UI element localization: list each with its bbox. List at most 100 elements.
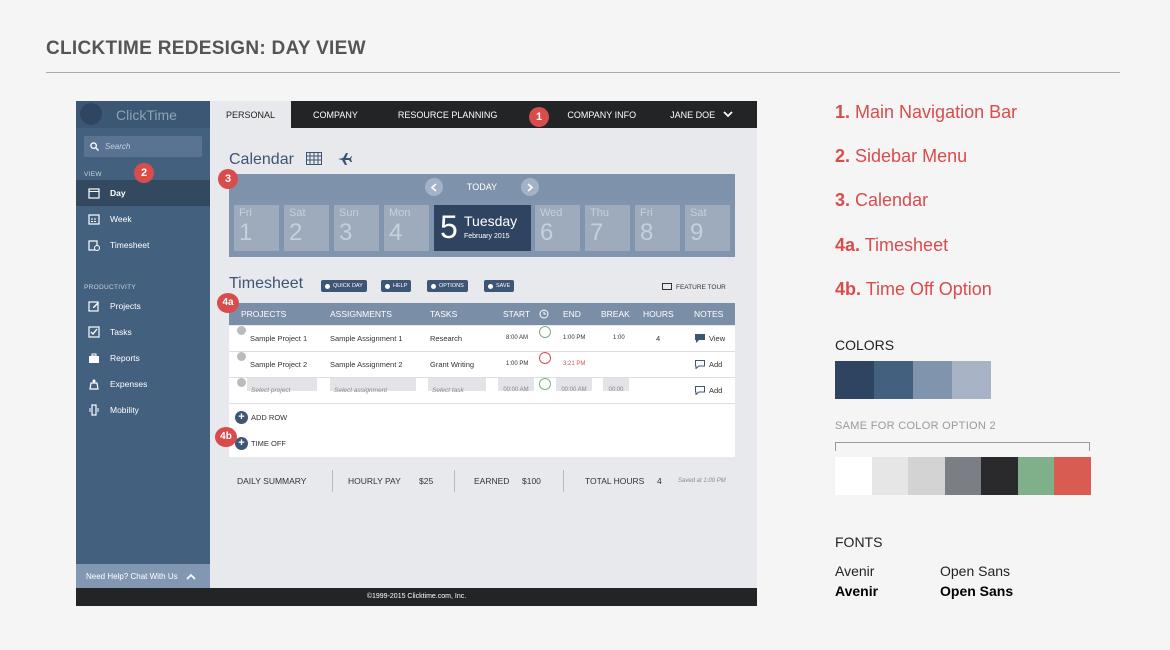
legend-item: 2. Sidebar Menu [835,146,967,167]
cell-assignment: Sample Assignment 1 [330,334,403,343]
plus-icon: + [235,437,248,450]
remove-row-icon[interactable] [237,378,246,387]
cell-project: Sample Project 2 [250,360,308,369]
tab-resource-planning[interactable]: RESOURCE PLANNING [374,101,514,128]
save-icon [488,283,493,289]
total-hours-value: 4 [657,476,662,486]
user-menu[interactable]: JANE DOE [652,101,749,128]
day-cell[interactable]: Sat 9 [685,205,730,251]
day-number: 5 [440,209,458,245]
saved-status: Saved at 1:00 PM [678,478,726,484]
stop-timer-icon[interactable] [539,352,551,364]
col-tasks: TASKS [430,309,458,319]
save-button[interactable]: SAVE [484,280,515,292]
fonts-label: FONTS [835,534,883,550]
table-row-empty[interactable]: Select project Select assignment Select … [229,378,735,404]
start-input[interactable]: 00:00 AM [498,378,534,393]
quick-day-button[interactable]: QUICK DAY [321,280,367,292]
plus-icon: + [235,411,248,424]
day-number: 8 [640,219,654,246]
sidebar-item-projects[interactable]: Projects [76,293,210,319]
sidebar-item-timesheet[interactable]: Timesheet [76,232,210,258]
notes-add-link[interactable]: Add [695,352,722,377]
legend-text: Calendar [855,190,929,210]
chevron-up-icon [186,573,196,580]
sidebar-item-expenses[interactable]: Expenses [76,371,210,397]
time-off-button[interactable]: + TIME OFF [235,437,286,450]
color-swatch [981,457,1018,495]
search-input[interactable]: Search [84,136,202,157]
day-cell[interactable]: Sat 2 [284,205,329,251]
cell-task: Research [430,334,463,343]
sidebar-item-reports[interactable]: Reports [76,345,210,371]
timesheet-icon [88,240,100,251]
day-number: 6 [540,219,554,246]
total-hours-label: TOTAL HOURS [585,476,645,486]
calendar-days: Fri 1 Sat 2 Sun 3 Mon 4 5 Tuesday February 201… [229,200,735,257]
summary-divider [454,470,455,492]
day-cell[interactable]: Sun 3 [334,205,379,251]
end-input[interactable]: 00:00 AM [556,378,592,393]
color-swatch [952,361,991,399]
day-name: Sat [690,207,707,219]
font-sample-open-sans: Open Sans [940,563,1011,579]
day-name: Wed [540,207,563,219]
table-row[interactable]: Sample Project 1 Sample Assignment 1 Res… [229,326,735,352]
comment-icon [695,334,705,343]
assignment-select[interactable]: Select assignment [330,378,416,394]
calendar-week-icon [88,214,100,225]
col-start: START [503,309,531,319]
day-cell[interactable]: Mon 4 [384,205,429,251]
annotation-badge-4b: 4b [215,427,237,447]
sidebar-item-label: Expenses [110,379,148,389]
notes-view-link[interactable]: View [695,326,725,351]
sidebar-item-tasks[interactable]: Tasks [76,319,210,345]
sidebar-item-day[interactable]: Day [76,180,210,206]
help-button[interactable]: HELP [381,280,412,292]
day-cell[interactable]: Fri 8 [635,205,680,251]
briefcase-icon [89,353,99,363]
colors2-label: SAME FOR COLOR OPTION 2 [835,420,996,432]
chevron-left-icon [430,182,437,192]
add-row-button[interactable]: + ADD ROW [235,411,287,424]
cell-start: 1:00 PM [506,361,529,367]
calendar-grid-icon[interactable] [306,152,323,165]
chat-help-label: Need Help? Chat With Us [86,571,178,581]
sidebar-item-label: Timesheet [110,240,150,250]
tab-company[interactable]: COMPANY [291,101,374,128]
annotation-badge-2: 2 [134,163,154,183]
day-cell-today[interactable]: 5 Tuesday February 2015 [434,205,531,251]
play-timer-icon[interactable] [539,378,551,390]
table-row[interactable]: Sample Project 2 Sample Assignment 2 Gra… [229,352,735,378]
task-select[interactable]: Select task [428,378,486,394]
feature-tour-link[interactable]: FEATURE TOUR [662,283,726,291]
legend-text: Timesheet [864,235,949,255]
day-cell[interactable]: Fri 1 [234,205,279,251]
play-timer-icon[interactable] [539,326,551,338]
remove-row-icon[interactable] [237,352,246,361]
next-day-button[interactable] [521,178,540,196]
today-button[interactable]: TODAY [467,182,497,192]
day-number: 4 [389,219,403,246]
tab-personal[interactable]: PERSONAL [210,101,292,128]
color-swatch [835,457,872,495]
project-select[interactable]: Select project [247,378,317,394]
logo[interactable]: ClickTime [76,101,210,128]
hourly-pay-value: $25 [419,476,434,486]
notes-add-link[interactable]: Add [695,378,722,403]
calendar-nav-bar: TODAY [229,174,735,200]
day-cell[interactable]: Thu 7 [585,205,630,251]
airplane-icon[interactable] [337,152,352,165]
calendar-day-icon [88,188,100,199]
day-cell[interactable]: Wed 6 [535,205,580,251]
sidebar-item-mobility[interactable]: Mobility [76,397,210,423]
options-button[interactable]: OPTIONS [427,280,468,292]
day-number: 2 [289,219,303,246]
prev-day-button[interactable] [424,178,443,196]
cell-start: 8:00 AM [506,335,529,341]
remove-row-icon[interactable] [237,326,246,335]
sidebar-item-week[interactable]: Week [76,206,210,232]
user-name: JANE DOE [670,109,716,120]
chat-help-button[interactable]: Need Help? Chat With Us [76,564,210,588]
break-input[interactable]: 00:00 [603,378,629,393]
